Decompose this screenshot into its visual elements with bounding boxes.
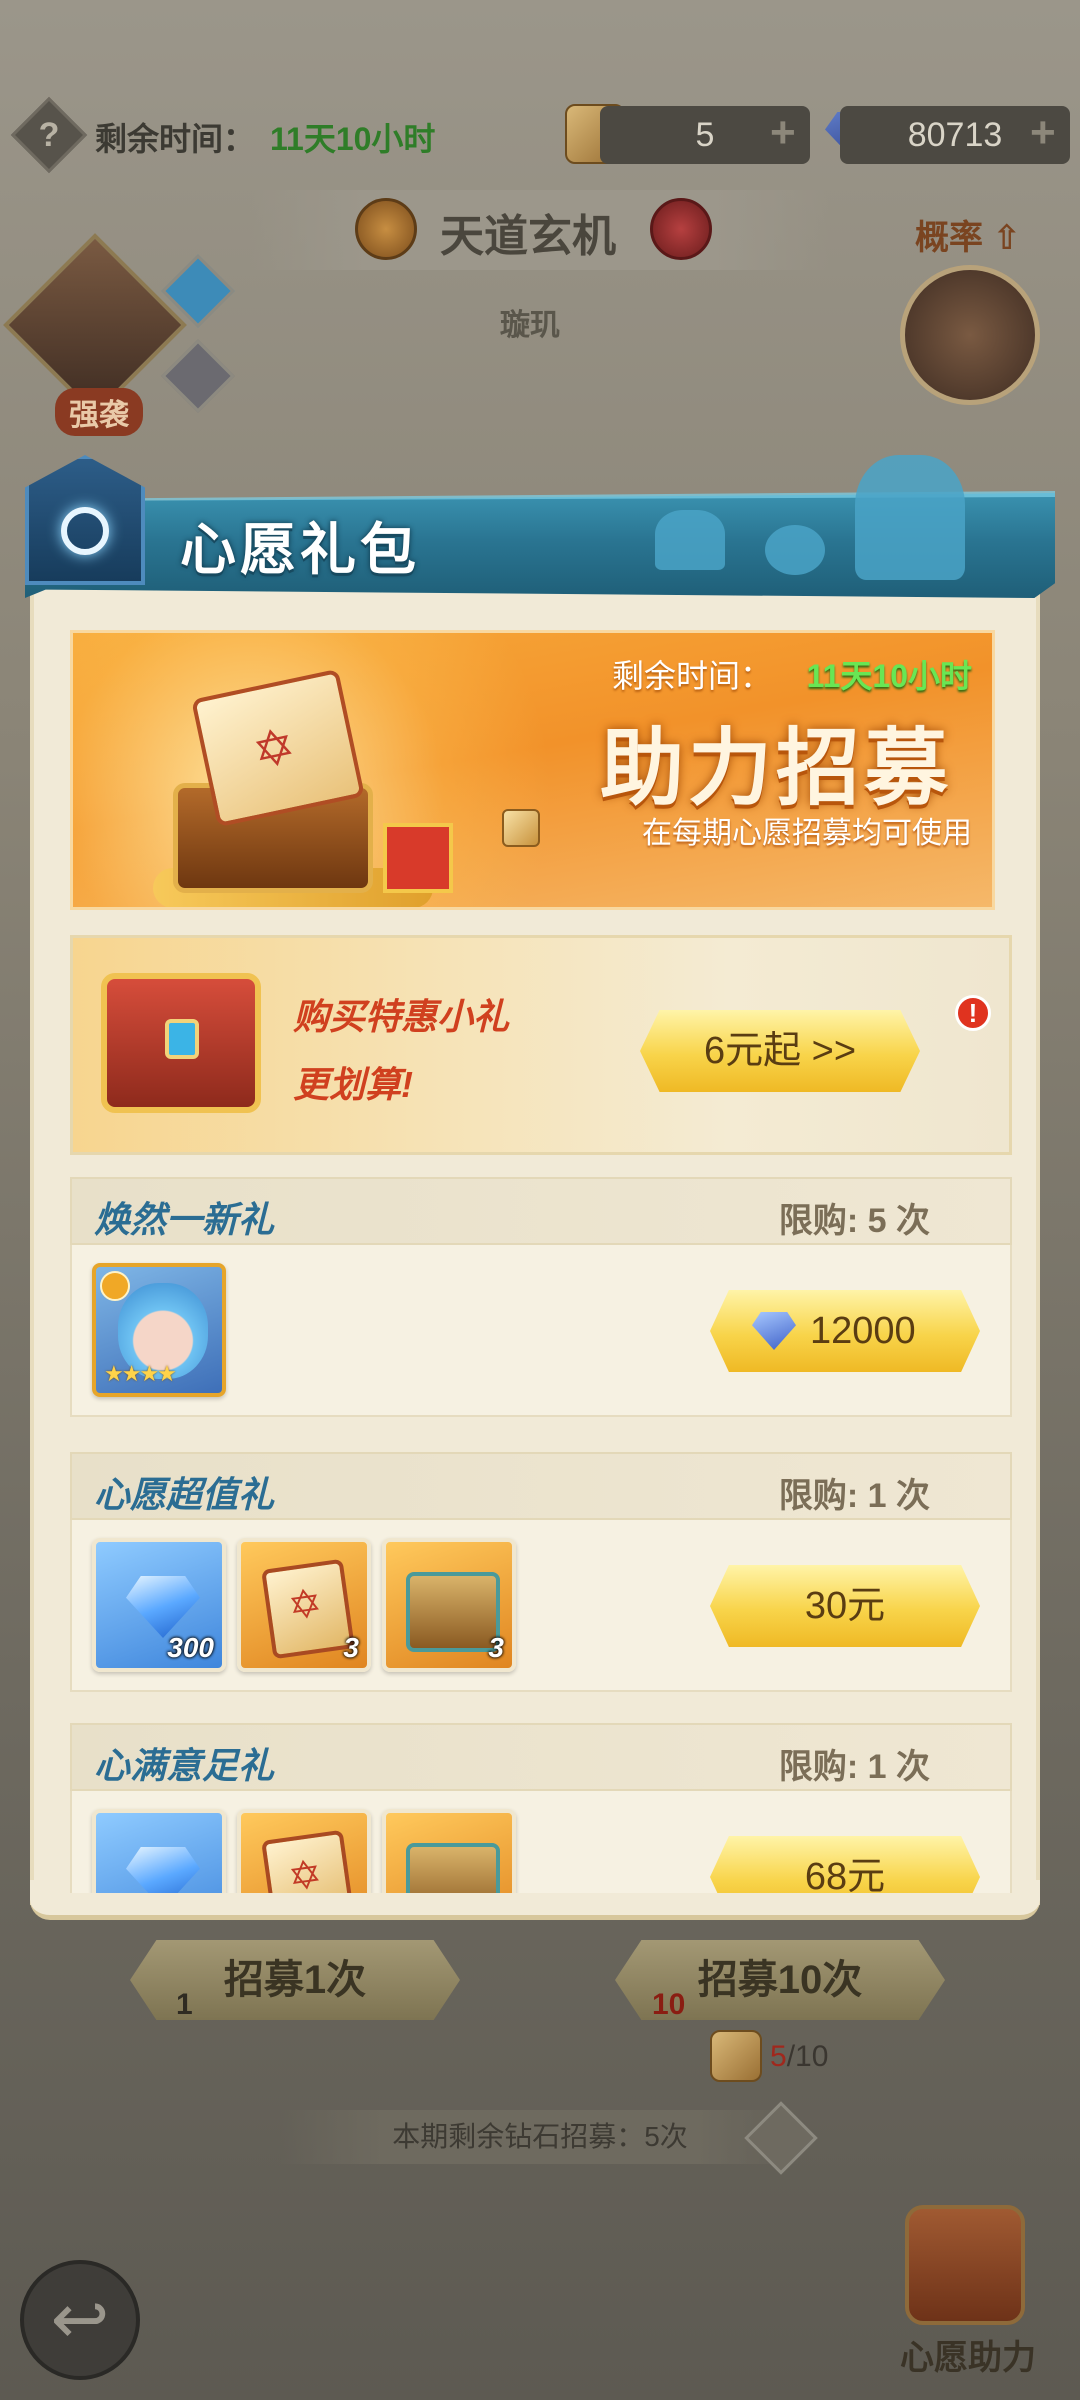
item-count: 3 <box>488 1632 504 1663</box>
hero-tag: 强袭 <box>55 388 143 436</box>
buy-button[interactable]: 12000 <box>710 1290 980 1372</box>
red-chest-icon <box>101 973 261 1113</box>
buy-button[interactable]: 68元 <box>710 1836 980 1893</box>
remaining-time-label: 剩余时间： <box>95 121 256 157</box>
progress-scroll-icon <box>710 2030 762 2082</box>
wish-gift-icon[interactable] <box>905 2205 1025 2325</box>
pool-banner: 天道玄机 <box>250 190 830 270</box>
diamond-icon[interactable] <box>92 1809 226 1893</box>
recruit-once-cost: 1 <box>176 1988 193 2021</box>
probability-button[interactable]: 概率 ⇧ <box>915 210 1021 259</box>
alert-icon: ! <box>955 995 991 1031</box>
section-title: 心愿超值礼 <box>94 1474 275 1515</box>
back-button[interactable]: ↩ <box>20 2260 140 2380</box>
pool-subtitle: 璇玑 <box>500 309 560 342</box>
section-limit: 限购: 1 次 <box>778 1477 930 1515</box>
panel-title: 心愿礼包 <box>180 518 420 581</box>
remaining-diamond-recruits: 本期剩余钻石招募：5次 <box>280 2110 800 2164</box>
help-icon[interactable]: ? <box>10 96 88 174</box>
dragon-emblem-icon <box>650 198 712 260</box>
treasure-chest-art: ✡ <box>153 668 453 907</box>
diamond-icon <box>752 1312 796 1350</box>
banner-title: 助力招募 <box>599 721 952 815</box>
treasure-box-icon[interactable]: 3 <box>382 1538 516 1672</box>
hero-silhouettes <box>635 455 1015 585</box>
header-badge-icon <box>25 455 145 585</box>
section-limit: 限购: 5 次 <box>778 1202 930 1240</box>
pool-title: 天道玄机 <box>440 212 616 261</box>
banner-note: 在每期心愿招募均可使用 <box>642 817 972 850</box>
deal-line-2: 更划算! <box>293 1064 413 1105</box>
recruit-ten-cost: 10 <box>652 1988 686 2021</box>
top-bar: ? 剩余时间： 11天10小时 5 + 80713 + <box>0 96 1080 180</box>
recruit-progress: 5/10 <box>770 2040 829 2073</box>
gift-section-satisfied: 心满意足礼 限购: 1 次 ✡ 68元 <box>70 1723 1012 1893</box>
banner-time-label: 剩余时间： <box>611 658 772 694</box>
deal-buy-button[interactable]: 6元起 >> <box>640 1010 920 1092</box>
remaining-time-value: 11天10小时 <box>270 121 436 157</box>
scroll-note-icon <box>502 809 540 847</box>
pool-emblem-icon <box>355 198 417 260</box>
section-title: 焕然一新礼 <box>94 1199 275 1240</box>
banner-time-value: 11天10小时 <box>806 658 972 694</box>
add-diamond-icon[interactable]: + <box>1030 108 1056 158</box>
gift-section-value: 心愿超值礼 限购: 1 次 300 ✡ 3 3 30元 <box>70 1452 1012 1692</box>
treasure-box-icon[interactable] <box>382 1809 516 1893</box>
buy-button[interactable]: 30元 <box>710 1565 980 1647</box>
recruit-scroll-icon[interactable]: ✡ 3 <box>237 1538 371 1672</box>
section-title: 心满意足礼 <box>94 1745 275 1786</box>
diamond-icon[interactable]: 300 <box>92 1538 226 1672</box>
item-count: 300 <box>167 1632 214 1663</box>
item-count: 3 <box>343 1632 359 1663</box>
deal-line-1: 购买特惠小礼 <box>293 996 510 1037</box>
add-scroll-icon[interactable]: + <box>770 108 796 158</box>
recruit-scroll-icon[interactable]: ✡ <box>237 1809 371 1893</box>
hero-stars: ★★★★ <box>104 1361 177 1386</box>
panel-header: 心愿礼包 <box>15 455 1055 605</box>
gift-section-refresh: 焕然一新礼 限购: 5 次 ★★★★ 12000 <box>70 1177 1012 1417</box>
hero-portrait-icon[interactable]: ★★★★ <box>92 1263 226 1397</box>
section-limit: 限购: 1 次 <box>778 1748 930 1786</box>
wish-gift-label: 心愿助力 <box>900 2339 1036 2377</box>
wish-hero-avatar[interactable] <box>900 265 1040 405</box>
assist-recruit-banner: ✡ 剩余时间： 11天10小时 助力招募 在每期心愿招募均可使用 <box>70 630 995 910</box>
